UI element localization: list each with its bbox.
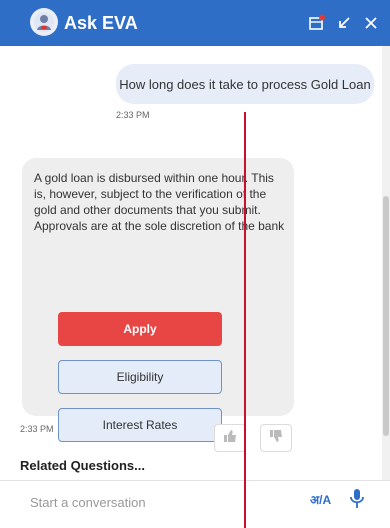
minimize-icon[interactable] — [333, 12, 355, 34]
eva-avatar — [30, 8, 58, 36]
chat-header: Ask EVA — [0, 0, 390, 46]
related-questions-label[interactable]: Related Questions... — [20, 458, 145, 473]
microphone-icon — [349, 488, 365, 515]
bot-message-text: A gold loan is disbursed within one hour… — [34, 171, 285, 233]
close-icon[interactable] — [360, 12, 382, 34]
red-divider-line — [244, 112, 246, 528]
microphone-button[interactable] — [346, 488, 368, 515]
calendar-icon[interactable] — [306, 12, 328, 34]
thumbs-down-icon — [269, 429, 283, 448]
user-message-text: How long does it take to process Gold Lo… — [119, 76, 371, 92]
thumbs-up-button[interactable] — [214, 424, 246, 452]
bot-message-bubble: A gold loan is disbursed within one hour… — [22, 158, 294, 442]
composer-bar: अ/A — [0, 480, 390, 520]
scrollbar-thumb[interactable] — [383, 196, 389, 436]
thumbs-down-button[interactable] — [260, 424, 292, 452]
user-message-time: 2:33 PM — [116, 110, 150, 120]
page-bottom-strip — [0, 520, 390, 528]
chat-scrollbar[interactable] — [382, 46, 390, 480]
apply-button[interactable]: Apply — [58, 312, 222, 346]
chat-area[interactable]: How long does it take to process Gold Lo… — [0, 46, 390, 480]
bot-message-time: 2:33 PM — [20, 424, 54, 434]
user-message-bubble: How long does it take to process Gold Lo… — [116, 64, 374, 104]
header-title: Ask EVA — [64, 13, 138, 33]
language-toggle[interactable]: अ/A — [310, 491, 331, 508]
interest-rates-button[interactable]: Interest Rates — [58, 408, 222, 442]
eligibility-button[interactable]: Eligibility — [58, 360, 222, 394]
thumbs-up-icon — [223, 429, 237, 448]
